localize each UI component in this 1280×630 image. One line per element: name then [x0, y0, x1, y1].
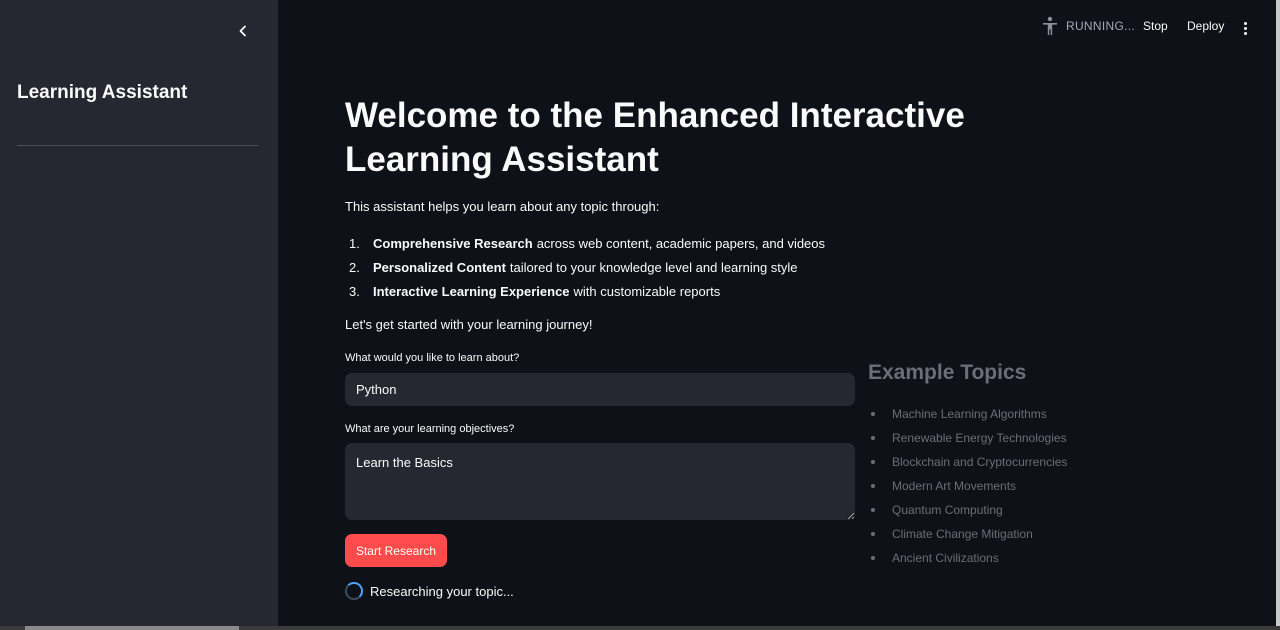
feature-bold: Interactive Learning Experience [373, 284, 570, 299]
intro-text: This assistant helps you learn about any… [345, 199, 660, 214]
example-topic-item: Ancient Civilizations [868, 546, 1067, 570]
feature-item: 3. Interactive Learning Experience with … [345, 280, 825, 304]
start-research-button[interactable]: Start Research [345, 534, 447, 567]
page-title: Welcome to the Enhanced Interactive Lear… [345, 96, 965, 179]
collapse-sidebar-button[interactable] [232, 20, 254, 42]
spinner-icon [345, 582, 363, 600]
objectives-label: What are your learning objectives? [345, 423, 515, 435]
research-status: Researching your topic... [345, 582, 514, 600]
top-header: RUNNING... Stop Deploy [278, 0, 1280, 56]
feature-number: 3. [349, 284, 360, 299]
running-status-text: RUNNING... [1066, 19, 1135, 33]
topic-input[interactable] [345, 373, 855, 406]
vertical-dots-icon [1243, 21, 1247, 25]
topic-label: What would you like to learn about? [345, 352, 520, 364]
horizontal-scrollbar[interactable] [0, 626, 1280, 630]
example-topic-item: Machine Learning Algorithms [868, 402, 1067, 426]
sidebar: Learning Assistant [0, 0, 278, 630]
example-topic-item: Climate Change Mitigation [868, 522, 1067, 546]
example-topic-item: Quantum Computing [868, 498, 1067, 522]
sidebar-title: Learning Assistant [17, 82, 188, 103]
example-topic-item: Renewable Energy Technologies [868, 426, 1067, 450]
example-topics-title: Example Topics [868, 361, 1027, 384]
feature-text: tailored to your knowledge level and lea… [509, 260, 798, 275]
get-started-text: Let's get started with your learning jou… [345, 317, 593, 332]
vertical-scrollbar[interactable] [1276, 0, 1280, 630]
chevron-left-icon [239, 25, 246, 37]
feature-list: 1. Comprehensive Research across web con… [345, 232, 825, 304]
example-topics-list: Machine Learning Algorithms Renewable En… [868, 402, 1067, 570]
feature-item: 2. Personalized Content tailored to your… [345, 256, 825, 280]
running-person-icon [1043, 16, 1057, 35]
example-topic-item: Modern Art Movements [868, 474, 1067, 498]
main-menu-button[interactable] [1238, 18, 1252, 38]
research-status-text: Researching your topic... [370, 583, 514, 599]
example-topic-item: Blockchain and Cryptocurrencies [868, 450, 1067, 474]
feature-text: across web content, academic papers, and… [536, 236, 826, 251]
scrollbar-thumb[interactable] [25, 626, 239, 630]
feature-number: 1. [349, 236, 360, 251]
running-status: RUNNING... [1042, 16, 1135, 36]
stop-button[interactable]: Stop [1143, 19, 1168, 33]
feature-text: with customizable reports [573, 284, 721, 299]
main-content: Welcome to the Enhanced Interactive Lear… [345, 94, 1105, 182]
feature-item: 1. Comprehensive Research across web con… [345, 232, 825, 256]
sidebar-divider [17, 145, 258, 146]
feature-number: 2. [349, 260, 360, 275]
deploy-button[interactable]: Deploy [1187, 19, 1224, 33]
objectives-textarea[interactable] [345, 443, 855, 520]
app-window: Learning Assistant RUNNING... Stop Deplo… [0, 0, 1280, 630]
feature-bold: Comprehensive Research [373, 236, 533, 251]
feature-bold: Personalized Content [373, 260, 506, 275]
